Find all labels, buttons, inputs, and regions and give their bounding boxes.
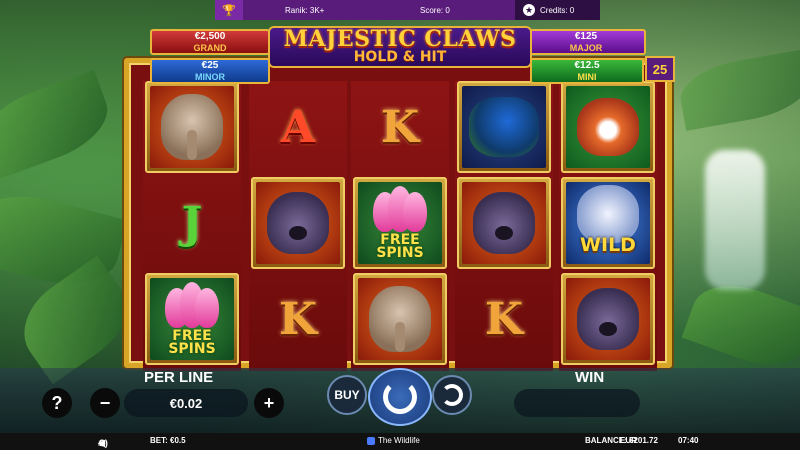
help-button[interactable]: ?: [42, 388, 72, 418]
game-stage: 🏆 Ranik: 3K+ Score: 0 ★ Credits: 0 J FRE…: [0, 0, 800, 450]
symbol-red-panda: [561, 81, 655, 173]
game-title: MAJESTIC CLAWS: [283, 26, 517, 52]
reel-3: K FREE SPINS: [351, 81, 449, 371]
bear-icon: [473, 192, 535, 254]
symbol-k: K: [353, 81, 447, 173]
elephant-icon: [161, 94, 223, 160]
status-bar: ⌂ ◀) ⚙ BET: €0.5 The Wildlife BALANCE: €…: [0, 433, 800, 450]
lotus-icon: [161, 282, 223, 328]
clock: 07:40: [678, 436, 699, 445]
symbol-a: A: [251, 81, 345, 173]
jackpot-grand-name: GRAND: [193, 43, 227, 53]
symbol-k: K: [457, 273, 551, 365]
credits-display: ★ Credits: 0: [515, 0, 600, 20]
decrease-bet-button[interactable]: −: [90, 388, 120, 418]
settings-icon[interactable]: ⚙: [98, 438, 106, 449]
buy-button[interactable]: BUY: [327, 375, 367, 415]
symbol-bear: [251, 177, 345, 269]
jackpot-grand-value: €2,500: [194, 31, 226, 42]
win-label: WIN: [575, 369, 605, 386]
letter-k: K: [484, 293, 524, 345]
symbol-lotus-free-spins: FREE SPINS: [145, 273, 239, 365]
increase-bet-button[interactable]: +: [254, 388, 284, 418]
jackpot-mini-value: €12.5: [574, 60, 600, 71]
game-logo-icon: [367, 436, 375, 445]
spins-label: SPINS: [168, 341, 216, 357]
bear-icon: [267, 192, 329, 254]
currency-text: EUR: [620, 436, 637, 445]
reel-2: A K: [249, 81, 347, 371]
letter-k: K: [380, 101, 420, 153]
autoplay-button[interactable]: [432, 375, 472, 415]
jackpot-minor-value: €25: [201, 60, 219, 71]
symbol-bear: [561, 273, 655, 365]
spin-button[interactable]: [368, 368, 432, 426]
trophy-icon[interactable]: 🏆: [215, 0, 243, 20]
game-name-display: The Wildlife: [367, 436, 420, 445]
symbol-peacock: [457, 81, 551, 173]
win-value: [514, 389, 640, 417]
wild-label: WILD: [580, 234, 636, 256]
game-name-text: The Wildlife: [378, 436, 420, 445]
red-panda-icon: [577, 98, 639, 156]
credits-text: Credits: 0: [540, 5, 575, 15]
per-line-label: PER LINE: [144, 369, 214, 386]
background-leaf: [675, 49, 800, 131]
symbol-j: J: [145, 177, 239, 269]
star-icon: ★: [523, 4, 535, 16]
background-leaf: [0, 69, 119, 181]
game-subtitle: HOLD & HIT: [353, 49, 447, 65]
waterfall: [705, 150, 765, 290]
jackpot-major: €125 MAJOR: [526, 29, 646, 55]
reel-5: WILD: [559, 81, 657, 371]
jackpot-major-value: €125: [574, 31, 598, 42]
jackpot-mini-name: MINI: [577, 72, 597, 82]
letter-k: K: [278, 293, 318, 345]
jackpot-minor-name: MINOR: [195, 72, 225, 82]
score-text: Score: 0: [420, 5, 450, 15]
top-bar: 🏆 Ranik: 3K+ Score: 0 ★ Credits: 0: [215, 0, 600, 20]
peacock-icon: [469, 97, 539, 157]
jackpot-minor: €25 MINOR: [150, 58, 270, 84]
lines-badge: 25: [645, 56, 675, 82]
spins-label: SPINS: [376, 245, 424, 261]
reels-frame: J FREE SPINS A K K FREE SPINS K WILD: [124, 58, 672, 371]
lotus-icon: [369, 186, 431, 232]
jackpot-grand: €2,500 GRAND: [150, 29, 270, 55]
bet-display: BET: €0.5: [150, 436, 186, 445]
elephant-icon: [369, 286, 431, 352]
jackpot-major-name: MAJOR: [569, 43, 603, 53]
letter-j: J: [181, 197, 203, 249]
symbol-k: K: [251, 273, 345, 365]
symbol-elephant: [145, 81, 239, 173]
symbol-tiger-wild: WILD: [561, 177, 655, 269]
per-line-value: €0.02: [124, 389, 248, 417]
reel-1: J FREE SPINS: [143, 81, 241, 371]
rank-text: Ranik: 3K+: [285, 5, 325, 15]
symbol-elephant: [353, 273, 447, 365]
game-logo: MAJESTIC CLAWS HOLD & HIT: [268, 26, 532, 68]
letter-a: A: [280, 101, 316, 153]
symbol-bear: [457, 177, 551, 269]
spin-icon: [383, 380, 417, 414]
reel-4: K: [455, 81, 553, 371]
bear-icon: [577, 288, 639, 350]
symbol-lotus-free-spins: FREE SPINS: [353, 177, 447, 269]
jackpot-mini: €12.5 MINI: [530, 58, 644, 84]
autoplay-icon: [441, 384, 463, 406]
